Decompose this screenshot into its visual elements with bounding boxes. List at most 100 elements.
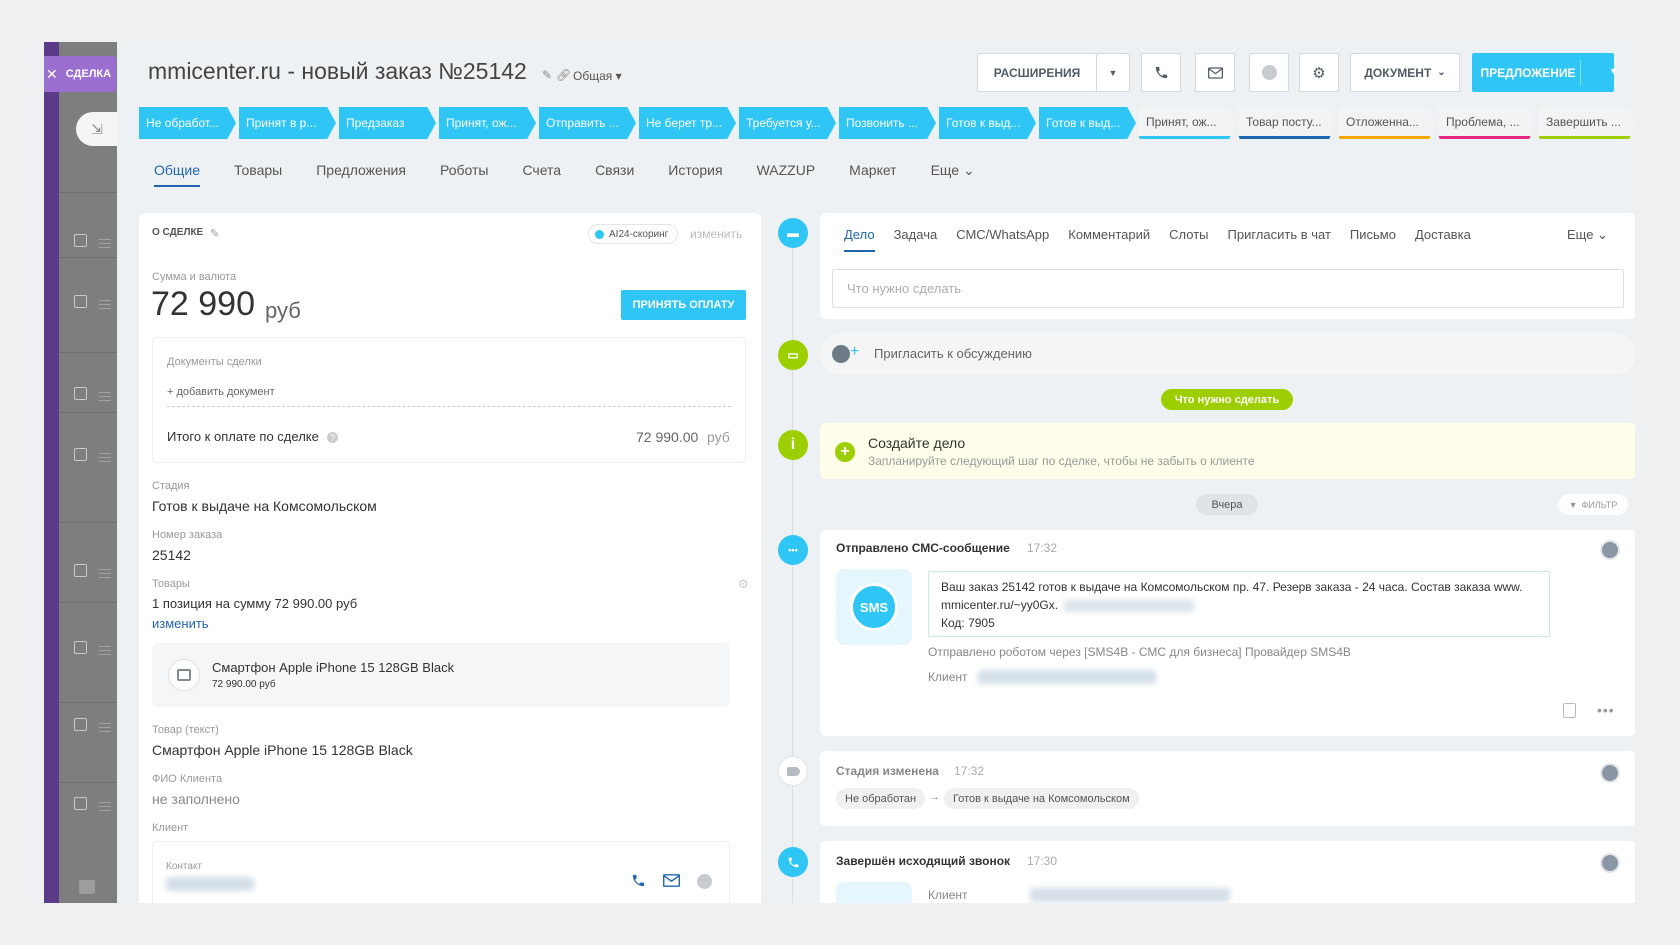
slider-close-label: СДЕЛКА [65,68,112,80]
mail-icon[interactable] [663,874,680,891]
call-icon [778,847,808,877]
note-icon[interactable] [1563,703,1576,718]
stage-6[interactable]: Не берет тр... [639,107,736,139]
stage-11[interactable]: Принят, ож... [1139,107,1236,139]
total-label: Итого к оплате по сделке [167,429,319,444]
stage-10[interactable]: Готов к выд... [1039,107,1136,139]
stage-13[interactable]: Отложенна... [1339,107,1436,139]
printer-icon [79,880,95,894]
tab-10[interactable]: Еще ⌄ [931,162,975,187]
phone-icon[interactable] [631,873,646,892]
offer-divider [1580,60,1581,85]
create-title: Создайте дело [868,435,966,451]
gear-icon[interactable]: ⚙ [738,577,749,591]
chat-icon[interactable] [1249,53,1289,92]
stage-3[interactable]: Предзаказ [339,107,436,139]
drag-handle-icon [99,239,111,248]
stage-5[interactable]: Отправить ... [539,107,636,139]
activity-tab-7[interactable]: Письмо [1350,227,1396,252]
stage-12[interactable]: Товар посту... [1239,107,1336,139]
offer-label: ПРЕДЛОЖЕНИЕ [1480,65,1576,80]
tab-7[interactable]: История [668,162,722,187]
activity-tab-6[interactable]: Пригласить в чат [1228,227,1331,252]
plus-icon[interactable]: + [835,442,855,462]
mail-icon[interactable] [1195,53,1235,92]
document-button[interactable]: ДОКУМЕНТ ⌄ [1350,53,1460,92]
sms-line: Ваш заказ 25142 готов к выдаче на Комсом… [941,580,1523,594]
tab-8[interactable]: WAZZUP [757,162,816,187]
help-icon[interactable]: ? [327,432,338,443]
pencil-icon[interactable]: ✎ [542,68,552,82]
stage-8[interactable]: Позвонить ... [839,107,936,139]
product-item[interactable] [152,643,730,707]
plus-icon[interactable]: + [850,343,859,361]
extensions-button[interactable]: РАСШИРЕНИЯ [977,53,1097,92]
goods-change-link[interactable]: изменить [152,616,209,631]
pencil-icon[interactable]: ✎ [210,227,219,240]
stage-9[interactable]: Готов к выд... [939,107,1036,139]
ai-scoring-badge[interactable]: AI24-скоринг [588,224,679,244]
tab-2[interactable]: Товары [234,162,282,187]
create-task-card[interactable] [820,423,1636,479]
activity-tab-3[interactable]: СМС/WhatsApp [956,227,1049,252]
arrow-right-icon: → [929,791,940,803]
activity-tab-8[interactable]: Доставка [1415,227,1471,252]
slider-close-tab[interactable]: ✕ СДЕЛКА [44,56,116,92]
tab-3[interactable]: Предложения [316,162,406,187]
tab-6[interactable]: Связи [595,162,634,187]
tab-5[interactable]: Счета [522,162,561,187]
chat-icon[interactable] [697,874,712,889]
tab-9[interactable]: Маркет [849,162,896,187]
change-link[interactable]: изменить [690,227,742,241]
activity-tab-2[interactable]: Задача [894,227,938,252]
chevron-down-icon[interactable]: ▼ [1609,66,1618,76]
drag-handle-icon [99,300,111,309]
sms-icon: ••• [778,535,808,565]
filter-button[interactable]: ▼ ФИЛЬТР [1558,494,1628,515]
drag-handle-icon [99,802,111,811]
stage-14[interactable]: Проблема, ... [1439,107,1536,139]
chat-bubble-icon: ▬ [778,218,808,248]
activity-tab-1[interactable]: Дело [844,227,875,252]
tab-4[interactable]: Роботы [440,162,488,187]
stage-7[interactable]: Требуется у... [739,107,836,139]
stage-2[interactable]: Принят в р... [239,107,336,139]
more-icon[interactable]: ••• [1597,702,1615,718]
chevron-down-icon[interactable]: ▼ [1096,53,1130,92]
filter-icon: ▼ [1568,499,1578,510]
image-icon [168,659,200,691]
avatar [1600,540,1620,560]
sms-robot-note: Отправлено роботом через [SMS4B - СМС дл… [928,645,1351,659]
category-select[interactable]: Общая ▾ [573,69,622,83]
stage-bar: Не обработ... Принят в р... Предзаказ Приня… [139,107,1636,139]
call-client-label: Клиент [928,888,968,902]
stage-changed-time: 17:32 [954,764,985,778]
phone-icon[interactable] [1141,53,1181,92]
link-icon[interactable]: 🔗︎ [556,68,571,82]
tab-1[interactable]: Общие [154,162,201,187]
add-document-link[interactable]: + добавить документ [167,386,275,398]
activity-tab-4[interactable]: Комментарий [1068,227,1150,252]
stage-4[interactable]: Принят, ож... [439,107,536,139]
invite-label[interactable]: Пригласить к обсуждению [874,346,1032,361]
order-value: 25142 [152,547,191,563]
offer-button[interactable]: ПРЕДЛОЖЕНИЕ [1472,53,1614,92]
create-subtitle: Запланируйте следующий шаг по сделке, чт… [868,454,1255,468]
activity-more-tab[interactable]: Еще ⌄ [1567,227,1608,243]
stage-1[interactable]: Не обработ... [139,107,236,139]
info-icon: i [778,430,808,460]
row-checkbox [74,718,87,731]
goods-value: 1 позиция на сумму 72 990.00 руб [152,596,358,611]
stage-label: Стадия [152,480,190,492]
collapse-icon[interactable]: ⇲ [76,112,118,146]
accept-payment-button[interactable]: ПРИНЯТЬ ОПЛАТУ [621,290,746,320]
stage-15[interactable]: Завершить ... [1539,107,1636,139]
activity-tab-5[interactable]: Слоты [1169,227,1208,252]
todo-input[interactable] [832,269,1624,308]
divider [167,406,731,407]
gear-icon[interactable]: ⚙ [1299,53,1339,92]
stage-changed-title: Стадия изменена [836,764,939,778]
fio-value: не заполнено [152,791,240,807]
total-currency: руб [707,429,730,445]
call-title: Завершён исходящий звонок [836,854,1011,868]
